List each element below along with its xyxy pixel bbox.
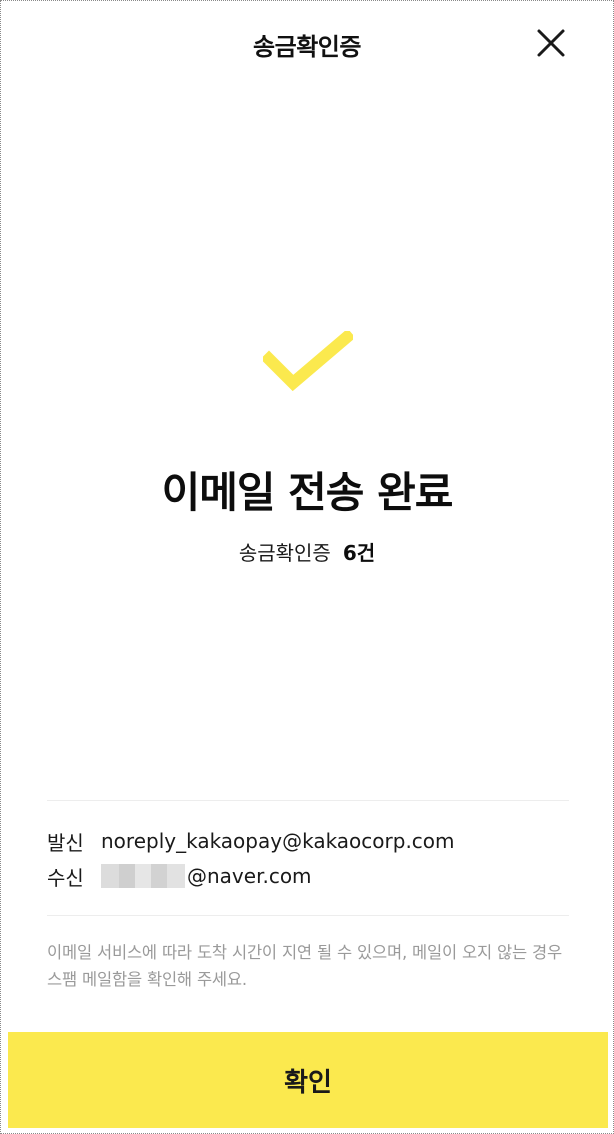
- completion-title: 이메일 전송 완료: [161, 468, 454, 517]
- summary-count: 6건: [342, 541, 376, 565]
- receiver-email-domain: @naver.com: [187, 864, 312, 888]
- sender-label: 발신: [47, 830, 84, 855]
- confirm-button[interactable]: 확인: [8, 1032, 608, 1128]
- checkmark-icon: [263, 331, 353, 397]
- masked-email-username: [101, 864, 185, 888]
- header: 송금확인증: [1, 1, 613, 87]
- close-icon: [537, 29, 565, 57]
- divider: [47, 915, 569, 916]
- summary-label: 송금확인증: [238, 541, 331, 565]
- delivery-notice: 이메일 서비스에 따라 도착 시간이 지연 될 수 있으며, 메일이 오지 않는…: [47, 943, 562, 989]
- receiver-label: 수신: [47, 865, 84, 890]
- sender-email: noreply_kakaopay@kakaocorp.com: [101, 829, 455, 853]
- page-title: 송금확인증: [253, 33, 361, 61]
- screen: 송금확인증 이메일 전송 완료 송금확인증 6건 발신 noreply_kakao…: [0, 0, 614, 1134]
- close-button[interactable]: [535, 27, 567, 59]
- summary-line: 송금확인증 6건: [1, 537, 613, 566]
- receiver-row: 수신 @naver.com: [47, 861, 569, 891]
- sender-row: 발신 noreply_kakaopay@kakaocorp.com: [47, 826, 569, 856]
- divider: [47, 800, 569, 801]
